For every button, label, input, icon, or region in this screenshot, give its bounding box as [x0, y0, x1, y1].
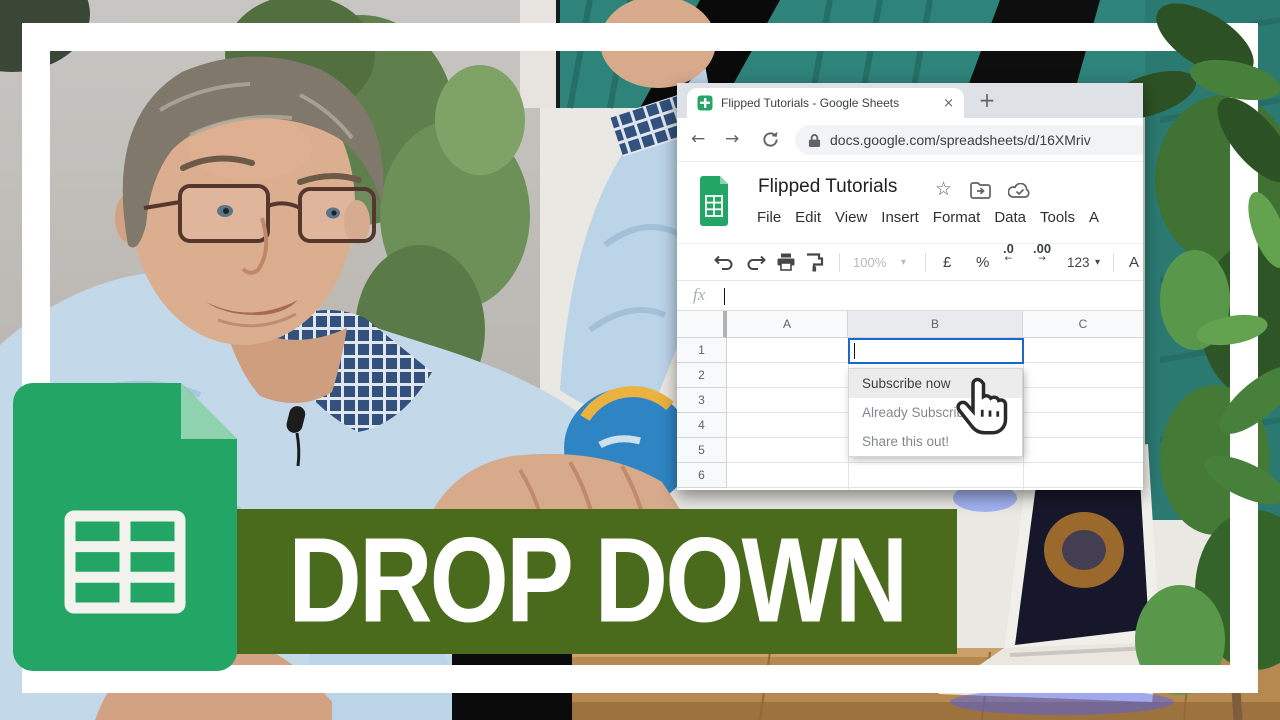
toolbar-divider	[839, 253, 840, 272]
row-header-5[interactable]: 5	[677, 438, 727, 463]
cloud-saved-icon[interactable]	[1008, 183, 1031, 199]
browser-tabstrip: Flipped Tutorials - Google Sheets × +	[677, 83, 1143, 118]
toolbar-divider	[925, 253, 926, 272]
reload-icon[interactable]	[761, 130, 780, 149]
row-header-6[interactable]: 6	[677, 463, 727, 488]
row-header-4[interactable]: 4	[677, 413, 727, 438]
sheets-header: Flipped Tutorials ☆ File Edit View Inser…	[677, 162, 1143, 243]
browser-toolbar: ← → docs.google.com/spreadsheets/d/16XMr…	[677, 118, 1143, 162]
column-header-a[interactable]: A	[727, 311, 848, 338]
menu-data[interactable]: Data	[994, 209, 1026, 226]
menu-format[interactable]: Format	[933, 209, 981, 226]
font-selector-clipped[interactable]: A	[1129, 244, 1139, 281]
row-header-1[interactable]: 1	[677, 338, 727, 363]
menu-bar: File Edit View Insert Format Data Tools …	[757, 209, 1099, 226]
menu-file[interactable]: File	[757, 209, 781, 226]
active-cell-b1[interactable]	[848, 338, 1024, 364]
google-sheets-logo	[13, 383, 237, 671]
row-header-3[interactable]: 3	[677, 388, 727, 413]
select-all-corner[interactable]	[677, 311, 727, 338]
lock-icon	[808, 133, 821, 148]
formula-bar[interactable]: fx	[677, 280, 1143, 311]
browser-tab[interactable]: Flipped Tutorials - Google Sheets ×	[687, 88, 964, 118]
zoom-control[interactable]: 100%	[853, 244, 886, 281]
toolbar-divider	[1113, 253, 1114, 272]
cell-caret	[854, 343, 855, 359]
forward-icon[interactable]: →	[725, 129, 739, 149]
spreadsheet-grid: A B C 1 2 3 4 5 6 Subscribe now Already …	[677, 311, 1143, 490]
menu-tools[interactable]: Tools	[1040, 209, 1075, 226]
move-to-folder-icon[interactable]	[970, 182, 991, 199]
back-icon[interactable]: ←	[691, 129, 705, 149]
browser-window: Flipped Tutorials - Google Sheets × + ← …	[677, 83, 1143, 490]
row-header-2[interactable]: 2	[677, 363, 727, 388]
format-percent-button[interactable]: %	[976, 244, 989, 281]
number-format-button[interactable]: 123	[1067, 244, 1090, 281]
formula-caret	[724, 288, 725, 305]
tab-close-icon[interactable]: ×	[943, 96, 954, 111]
title-banner: DROP DOWN	[236, 509, 957, 654]
increase-decimal-button[interactable]: .00 →	[1033, 244, 1051, 281]
menu-edit[interactable]: Edit	[795, 209, 821, 226]
menu-insert[interactable]: Insert	[881, 209, 919, 226]
menu-view[interactable]: View	[835, 209, 867, 226]
banner-text: DROP DOWN	[288, 512, 905, 650]
sheets-file-icon	[700, 176, 728, 226]
menu-addons-clipped[interactable]: A	[1089, 209, 1099, 226]
paint-format-icon[interactable]	[805, 244, 825, 281]
number-format-caret-icon[interactable]: ▾	[1095, 244, 1100, 281]
logo-table-glyph	[63, 509, 187, 615]
redo-icon[interactable]	[745, 244, 767, 281]
decrease-decimal-button[interactable]: .0 ←	[1003, 244, 1014, 281]
url-text: docs.google.com/spreadsheets/d/16XMriv	[830, 132, 1091, 148]
tab-title: Flipped Tutorials - Google Sheets	[721, 96, 937, 110]
address-bar[interactable]: docs.google.com/spreadsheets/d/16XMriv	[795, 125, 1143, 155]
document-title[interactable]: Flipped Tutorials	[758, 176, 897, 198]
fx-label: fx	[693, 285, 705, 305]
print-icon[interactable]	[776, 244, 796, 281]
hand-cursor-icon	[955, 375, 1015, 449]
column-header-b[interactable]: B	[848, 311, 1023, 338]
zoom-caret-icon[interactable]: ▾	[901, 244, 906, 281]
star-icon[interactable]: ☆	[935, 178, 952, 200]
column-header-c[interactable]: C	[1023, 311, 1143, 338]
format-currency-button[interactable]: £	[943, 244, 951, 281]
sheets-toolbar: 100% ▾ £ % .0 ← .00 → 123 ▾ A	[677, 243, 1143, 280]
sheets-favicon	[697, 95, 713, 111]
new-tab-button[interactable]: +	[973, 86, 1001, 114]
undo-icon[interactable]	[713, 244, 735, 281]
thumbnail-stage: Flipped Tutorials - Google Sheets × + ← …	[0, 0, 1280, 720]
